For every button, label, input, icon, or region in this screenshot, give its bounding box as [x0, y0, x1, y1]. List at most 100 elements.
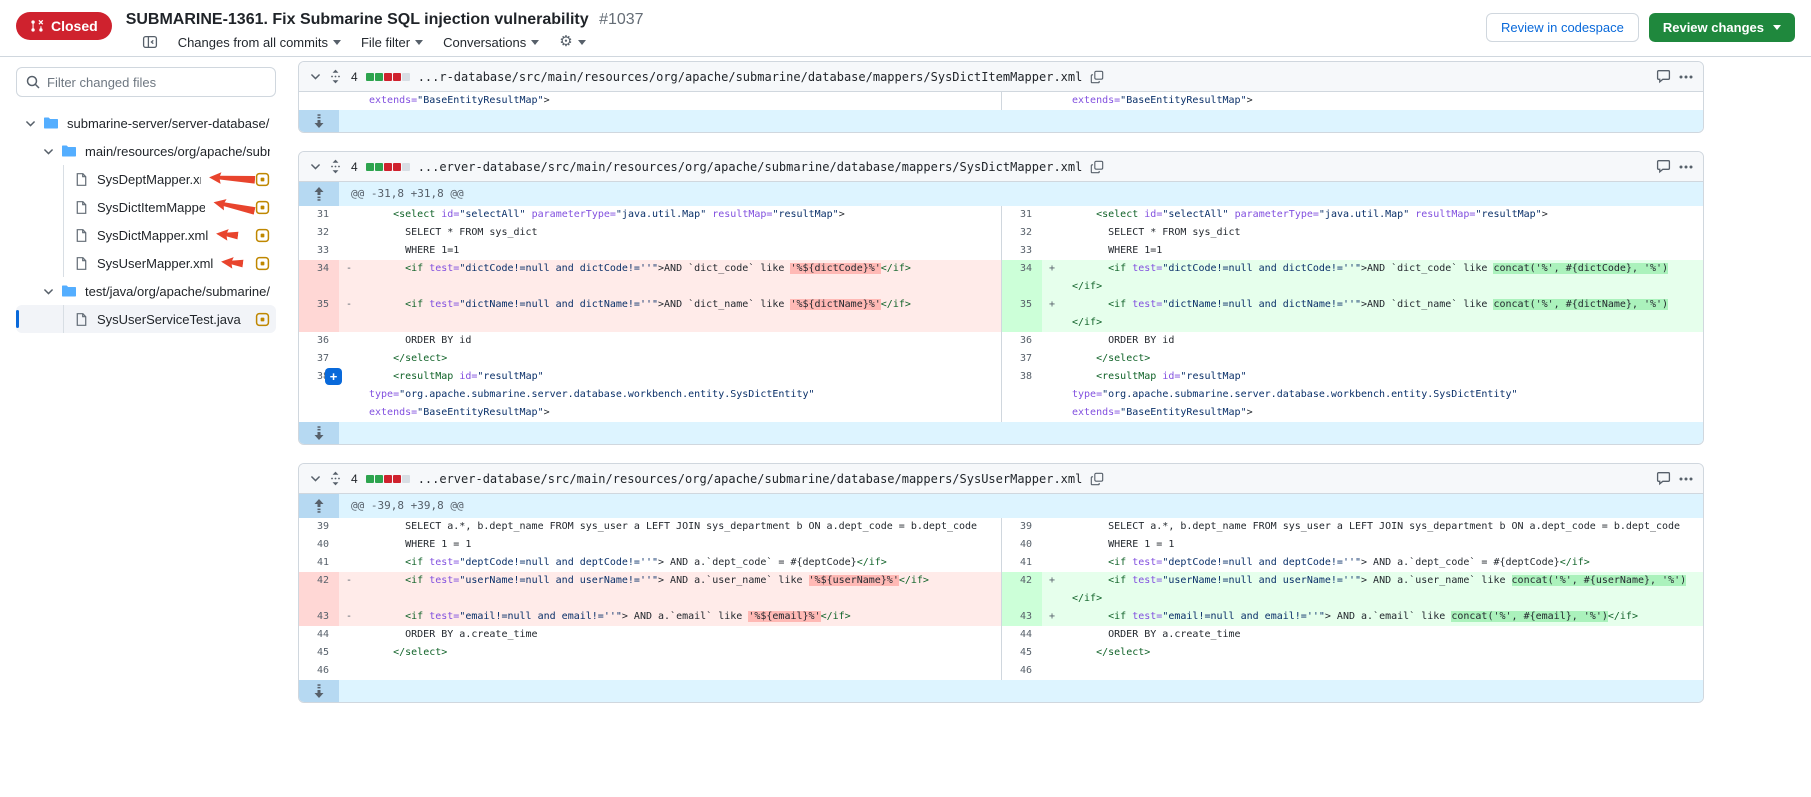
copy-path-button[interactable]	[1090, 160, 1104, 174]
diff-marker	[339, 92, 361, 110]
comment-icon	[1656, 471, 1671, 486]
code-token: <select	[1096, 209, 1138, 220]
line-number-right[interactable]: 36	[1002, 332, 1042, 350]
line-number-left[interactable]: 39	[299, 518, 339, 536]
diff-line: 34- <if test="dictCode!=null and dictCod…	[299, 260, 1703, 296]
line-number-left[interactable]: 34	[299, 260, 339, 296]
code-token: "org.apache.submarine.server.database.wo…	[399, 389, 814, 400]
tree-folder-test-java-org-apache-submarine-s[interactable]: test/java/org/apache/submarine/s...	[16, 277, 276, 305]
chevron-down-icon[interactable]	[42, 285, 55, 298]
code-token: SELECT * FROM sys_dict	[369, 227, 538, 238]
line-number-right[interactable]: 43	[1002, 608, 1042, 626]
line-number-left[interactable]: 36	[299, 332, 339, 350]
copy-path-button[interactable]	[1090, 472, 1104, 486]
code-token: </if>	[1072, 317, 1102, 328]
line-number-left[interactable]: 44	[299, 626, 339, 644]
drag-handle-icon[interactable]	[330, 69, 341, 84]
diff-side-left: 44 ORDER BY a.create_time	[299, 626, 1002, 644]
tree-folder-main-resources-org-apache-subm[interactable]: main/resources/org/apache/subm...	[16, 137, 276, 165]
code-token: >AND `dict_code` like	[658, 263, 790, 274]
file-comment-button[interactable]	[1656, 159, 1671, 174]
expand-bar-strip	[339, 110, 1703, 132]
file-options-button[interactable]	[1679, 75, 1693, 79]
tree-item-label: submarine-server/server-database/...	[67, 116, 270, 131]
line-number-right[interactable]: 42	[1002, 572, 1042, 608]
code-token: <if	[1108, 557, 1126, 568]
file-options-button[interactable]	[1679, 165, 1693, 169]
review-in-codespace-button[interactable]: Review in codespace	[1486, 13, 1639, 42]
chevron-down-icon[interactable]	[42, 145, 55, 158]
code-token	[1072, 611, 1108, 622]
line-number-right[interactable]: 35	[1002, 296, 1042, 332]
diff-body: extends="BaseEntityResultMap">extends="B…	[299, 92, 1703, 132]
tree-file-sysusermapper-xml[interactable]: SysUserMapper.xml	[16, 249, 276, 277]
line-number-left[interactable]: 37	[299, 350, 339, 368]
expand-down-button[interactable]	[299, 422, 339, 444]
line-number-left[interactable]: 42	[299, 572, 339, 608]
line-number-right[interactable]: 34	[1002, 260, 1042, 296]
diff-settings-menu[interactable]: ⚙	[559, 35, 585, 49]
collapse-file-button[interactable]	[309, 472, 322, 485]
copy-path-button[interactable]	[1090, 70, 1104, 84]
line-number-right[interactable]: 32	[1002, 224, 1042, 242]
code-token: "resultMap"	[477, 371, 543, 382]
chevron-down-icon[interactable]	[24, 117, 37, 130]
expand-up-button[interactable]	[299, 182, 339, 206]
line-number-right[interactable]: 41	[1002, 554, 1042, 572]
modified-file-icon	[255, 172, 270, 187]
tree-file-sysdictmapper-xml[interactable]: SysDictMapper.xml	[16, 221, 276, 249]
line-number-left[interactable]: 41	[299, 554, 339, 572]
tree-file-sysuserservicetest-java[interactable]: SysUserServiceTest.java	[16, 305, 276, 333]
code-token: "dictName!=null and dictName!=''"	[459, 299, 658, 310]
line-number-left[interactable]: 40	[299, 536, 339, 554]
line-number-left[interactable]: 33	[299, 242, 339, 260]
file-comment-button[interactable]	[1656, 69, 1671, 84]
file-filter-input[interactable]	[16, 67, 276, 97]
line-number-right[interactable]: 40	[1002, 536, 1042, 554]
changes-from-menu[interactable]: Changes from all commits	[178, 35, 341, 50]
line-number-left[interactable]: 31	[299, 206, 339, 224]
code-token: type=	[1072, 389, 1102, 400]
collapse-file-button[interactable]	[309, 70, 322, 83]
line-number-right[interactable]: 44	[1002, 626, 1042, 644]
line-number-left[interactable]: 46	[299, 662, 339, 680]
file-comment-button[interactable]	[1656, 471, 1671, 486]
diff-side-right: 39 SELECT a.*, b.dept_name FROM sys_user…	[1002, 518, 1704, 536]
modified-file-icon	[255, 256, 270, 271]
code-token: test=	[429, 299, 459, 310]
line-number-right[interactable]: 31	[1002, 206, 1042, 224]
diffstat-square-del	[393, 163, 401, 171]
line-number-right[interactable]: 45	[1002, 644, 1042, 662]
line-number-right[interactable]: 37	[1002, 350, 1042, 368]
line-number-right[interactable]	[1002, 92, 1042, 110]
file-options-button[interactable]	[1679, 477, 1693, 481]
conversations-menu[interactable]: Conversations	[443, 35, 539, 50]
line-number-right[interactable]: 38	[1002, 368, 1042, 422]
drag-handle-icon[interactable]	[330, 159, 341, 174]
add-comment-button[interactable]: +	[325, 368, 342, 385]
line-number-left[interactable]: 35	[299, 296, 339, 332]
review-changes-button[interactable]: Review changes	[1649, 13, 1795, 42]
collapse-file-button[interactable]	[309, 160, 322, 173]
expand-down-button[interactable]	[299, 680, 339, 702]
line-number-left[interactable]: 43	[299, 608, 339, 626]
file-filter-menu[interactable]: File filter	[361, 35, 423, 50]
line-number-right[interactable]: 46	[1002, 662, 1042, 680]
tree-file-sysdeptmapper-xml[interactable]: SysDeptMapper.xml	[16, 165, 276, 193]
line-number-right[interactable]: 33	[1002, 242, 1042, 260]
code-token: WHERE 1 = 1	[369, 539, 471, 550]
expand-up-button[interactable]	[299, 494, 339, 518]
diff-line: 43- <if test="email!=null and email!=''"…	[299, 608, 1703, 626]
line-number-right[interactable]: 39	[1002, 518, 1042, 536]
sidebar-toggle-button[interactable]	[142, 34, 158, 50]
code-right: <resultMap id="resultMap" type="org.apac…	[1064, 368, 1704, 422]
drag-handle-icon[interactable]	[330, 471, 341, 486]
tree-folder-submarine-server-server-database[interactable]: submarine-server/server-database/...	[16, 109, 276, 137]
line-number-left[interactable]: 45	[299, 644, 339, 662]
code-right: ORDER BY id	[1064, 332, 1704, 350]
expand-down-button[interactable]	[299, 110, 339, 132]
line-number-left[interactable]	[299, 92, 339, 110]
line-number-left[interactable]: 32	[299, 224, 339, 242]
tree-file-sysdictitemmapper-xml[interactable]: SysDictItemMapper.xml	[16, 193, 276, 221]
code-left: SELECT a.*, b.dept_name FROM sys_user a …	[361, 518, 1001, 536]
